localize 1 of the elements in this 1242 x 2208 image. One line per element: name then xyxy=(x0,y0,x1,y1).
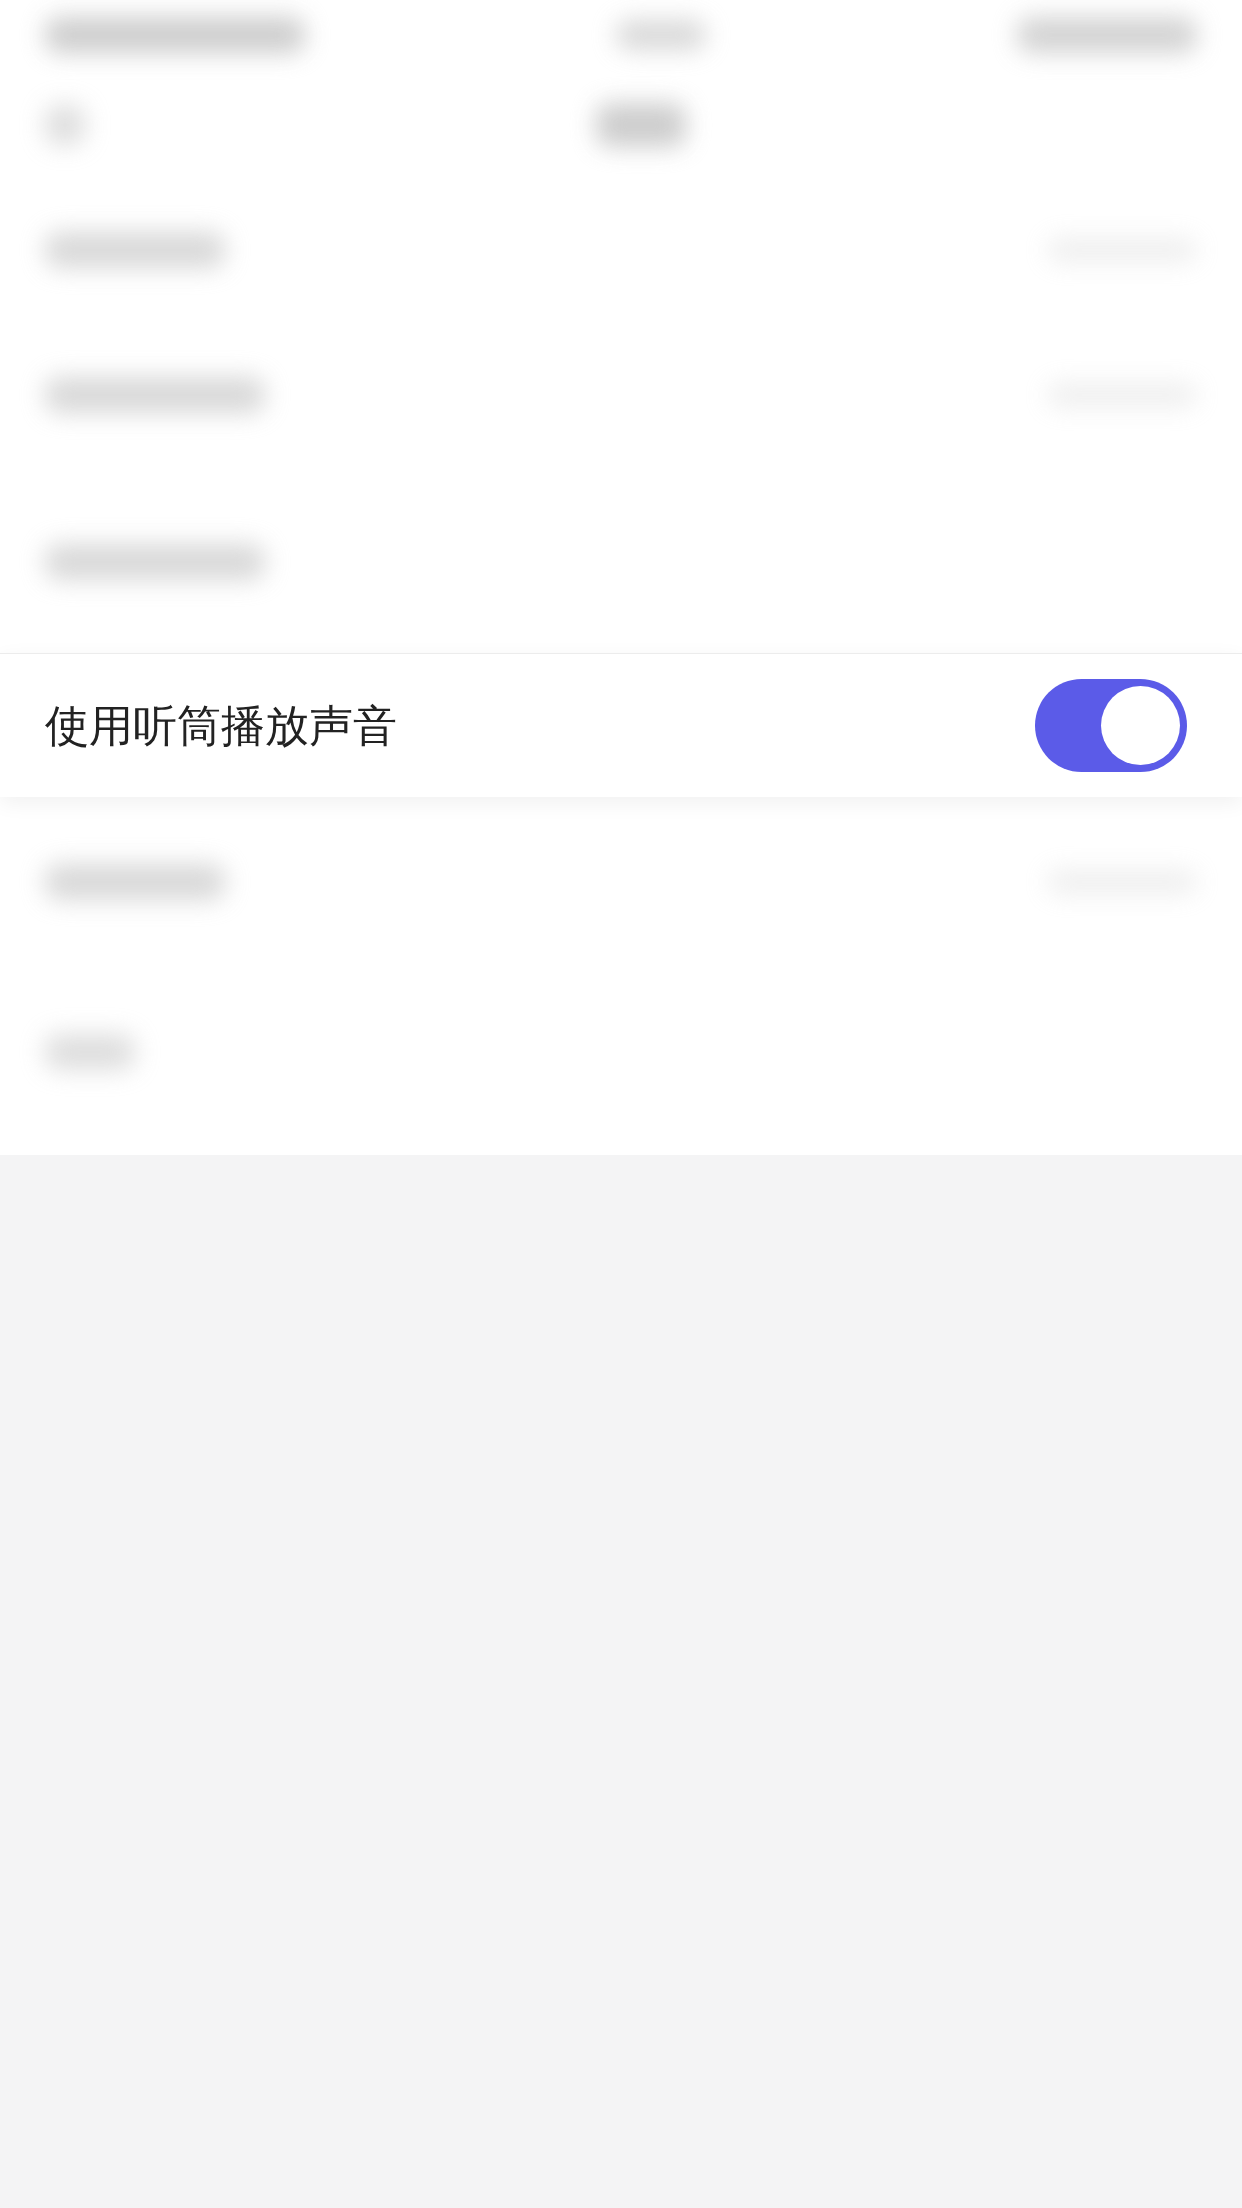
setting-label: 使用听筒播放声音 xyxy=(45,698,397,753)
